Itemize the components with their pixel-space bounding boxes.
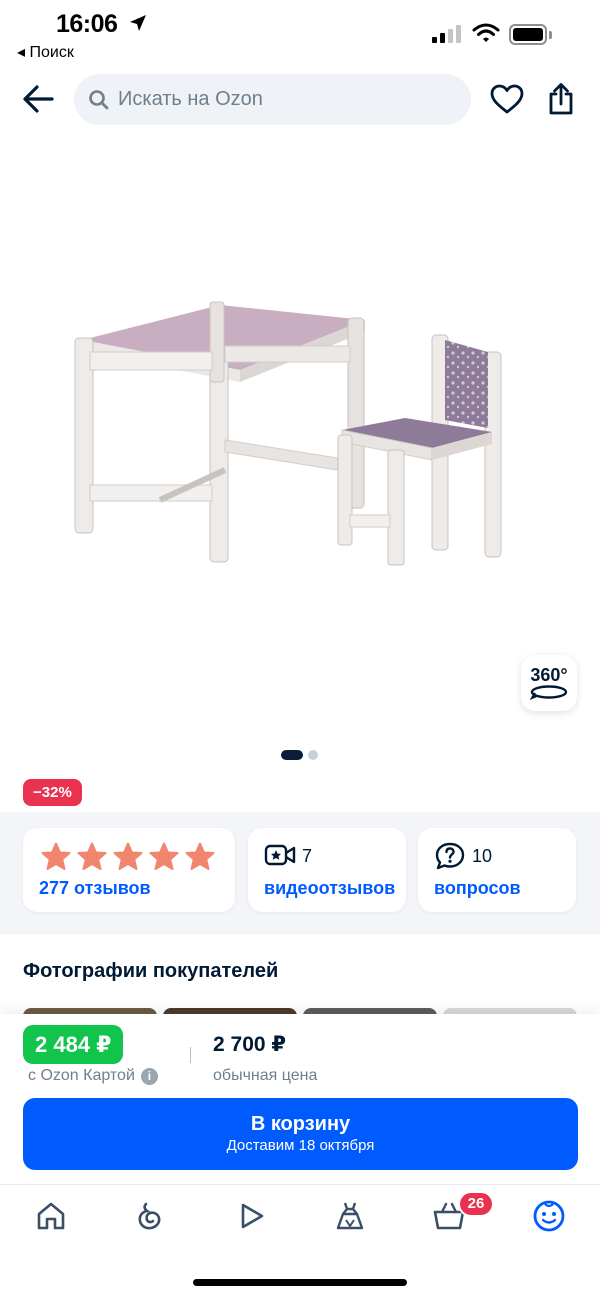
tab-profile[interactable] — [531, 1198, 567, 1234]
tab-fresh[interactable] — [132, 1198, 168, 1234]
play-icon — [241, 1203, 264, 1229]
cellular-signal-icon — [432, 25, 461, 43]
star-icon — [113, 842, 143, 870]
search-input[interactable] — [118, 88, 438, 111]
regular-price: 2 700 ₽ — [213, 1033, 286, 1056]
tab-fashion[interactable] — [332, 1198, 368, 1234]
rating-stars — [41, 842, 215, 871]
customer-photos-title: Фотографии покупателей — [23, 960, 279, 982]
video-reviews-card[interactable]: 7 видеоотзывов — [248, 828, 406, 912]
star-icon — [149, 842, 179, 870]
star-icon — [185, 842, 215, 870]
battery-cap — [549, 31, 552, 39]
cart-count-badge: 26 — [458, 1191, 494, 1217]
gallery-pagination[interactable] — [281, 750, 318, 760]
location-arrow-icon — [130, 15, 146, 31]
rotate-icon — [529, 685, 568, 700]
questions-count: 10 — [472, 846, 493, 866]
rating-card[interactable]: 277 отзывов — [23, 828, 235, 912]
video-camera-icon — [264, 844, 296, 866]
ozon-card-label: с Ozon Картой — [28, 1067, 135, 1084]
gallery-dot[interactable] — [308, 750, 318, 760]
tab-video[interactable] — [233, 1198, 269, 1234]
battery-icon — [509, 24, 547, 45]
questions-link[interactable]: вопросов — [434, 878, 521, 899]
wifi-icon — [472, 23, 500, 42]
questions-card[interactable]: 10 вопросов — [418, 828, 576, 912]
share-icon[interactable] — [545, 82, 577, 116]
view-360-button[interactable]: 360° — [521, 655, 577, 711]
question-bubble-icon — [435, 842, 465, 870]
home-indicator — [193, 1279, 407, 1286]
discount-badge: −32% — [23, 779, 82, 806]
tab-home[interactable] — [33, 1198, 69, 1234]
dress-icon — [336, 1202, 364, 1230]
back-arrow-icon[interactable] — [22, 84, 54, 114]
search-bar[interactable] — [74, 74, 471, 125]
search-icon — [89, 89, 109, 109]
video-reviews-link[interactable]: видеоотзывов — [264, 878, 395, 899]
gallery-dot-active[interactable] — [281, 750, 303, 760]
info-icon[interactable]: i — [140, 1067, 158, 1085]
back-to-app-link[interactable]: ◂ Поиск — [17, 42, 74, 62]
reviews-link[interactable]: 277 отзывов — [39, 878, 151, 899]
ozon-card-price: 2 484 ₽ — [23, 1025, 124, 1064]
swirl-icon — [138, 1202, 161, 1230]
delivery-date: Доставим 18 октября — [226, 1137, 375, 1154]
star-icon — [77, 842, 107, 870]
star-icon — [41, 842, 71, 870]
product-photo[interactable] — [60, 290, 510, 570]
favorite-heart-icon[interactable] — [490, 84, 524, 115]
video-reviews-count: 7 — [302, 846, 313, 866]
smile-icon — [533, 1200, 565, 1232]
view-360-label: 360° — [530, 665, 568, 685]
ozon-card-label-row: с Ozon Картой i — [28, 1067, 158, 1085]
add-to-cart-button[interactable]: В корзину Доставим 18 октября — [23, 1098, 578, 1170]
regular-price-label: обычная цена — [213, 1067, 318, 1084]
add-to-cart-label: В корзину — [250, 1113, 351, 1135]
price-divider — [190, 1047, 191, 1063]
home-icon — [37, 1202, 65, 1230]
status-time: 16:06 — [56, 10, 118, 38]
